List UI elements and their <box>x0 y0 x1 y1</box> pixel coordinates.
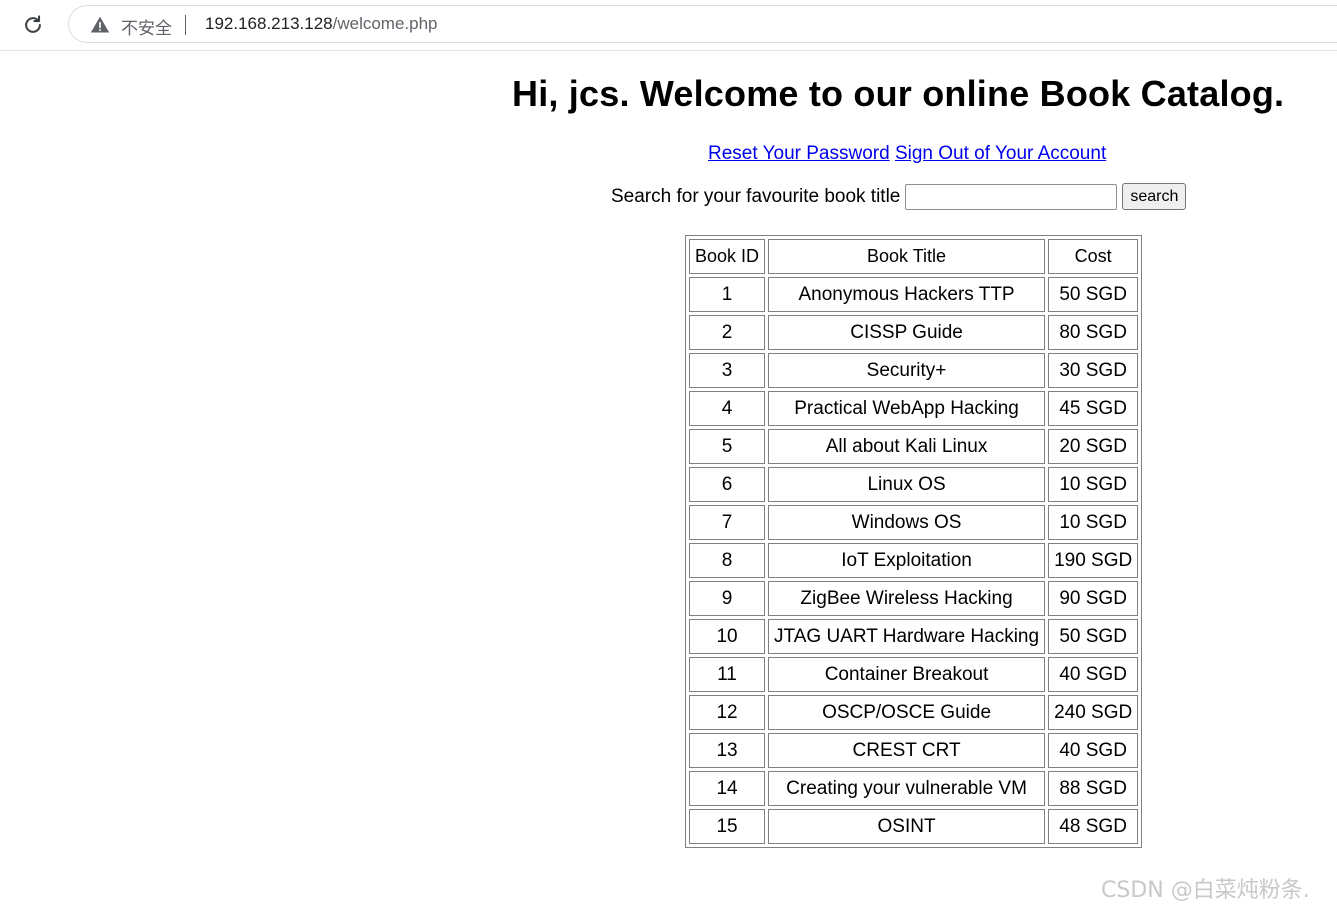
book-id-cell: 4 <box>689 391 766 426</box>
reset-password-link[interactable]: Reset Your Password <box>708 143 890 164</box>
book-cost-cell: 40 SGD <box>1048 657 1139 692</box>
book-title-cell: IoT Exploitation <box>768 543 1046 578</box>
book-title-cell: OSCP/OSCE Guide <box>768 695 1046 730</box>
security-status-label[interactable]: 不安全 <box>121 14 172 39</box>
book-cost-cell: 45 SGD <box>1048 391 1139 426</box>
table-row: 3 Security+ 30 SGD <box>689 353 1139 388</box>
address-bar[interactable]: 不安全 192.168.213.128/welcome.php <box>68 5 1337 43</box>
book-id-cell: 6 <box>689 467 766 502</box>
table-row: 13 CREST CRT 40 SGD <box>689 733 1139 768</box>
book-cost-cell: 240 SGD <box>1048 695 1139 730</box>
table-row: 9 ZigBee Wireless Hacking 90 SGD <box>689 581 1139 616</box>
book-cost-cell: 10 SGD <box>1048 505 1139 540</box>
table-row: 14 Creating your vulnerable VM 88 SGD <box>689 771 1139 806</box>
book-id-cell: 13 <box>689 733 766 768</box>
book-title-cell: Linux OS <box>768 467 1046 502</box>
book-catalog-table: Book ID Book Title Cost 1 Anonymous Hacke… <box>685 235 1143 848</box>
book-cost-cell: 40 SGD <box>1048 733 1139 768</box>
table-row: 12 OSCP/OSCE Guide 240 SGD <box>689 695 1139 730</box>
book-title-cell: OSINT <box>768 809 1046 844</box>
book-cost-cell: 90 SGD <box>1048 581 1139 616</box>
book-title-cell: Anonymous Hackers TTP <box>768 277 1046 312</box>
table-row: 15 OSINT 48 SGD <box>689 809 1139 844</box>
url-host: 192.168.213.128 <box>205 14 333 33</box>
book-id-cell: 12 <box>689 695 766 730</box>
reload-button[interactable] <box>18 10 48 40</box>
table-row: 2 CISSP Guide 80 SGD <box>689 315 1139 350</box>
table-row: 1 Anonymous Hackers TTP 50 SGD <box>689 277 1139 312</box>
table-row: 4 Practical WebApp Hacking 45 SGD <box>689 391 1139 426</box>
book-cost-cell: 50 SGD <box>1048 277 1139 312</box>
column-header-cost: Cost <box>1048 239 1139 274</box>
book-id-cell: 11 <box>689 657 766 692</box>
account-links: Reset Your Password Sign Out of Your Acc… <box>708 143 1106 165</box>
book-cost-cell: 20 SGD <box>1048 429 1139 464</box>
sign-out-link[interactable]: Sign Out of Your Account <box>895 143 1106 164</box>
book-cost-cell: 48 SGD <box>1048 809 1139 844</box>
book-cost-cell: 190 SGD <box>1048 543 1139 578</box>
table-row: 5 All about Kali Linux 20 SGD <box>689 429 1139 464</box>
search-input[interactable] <box>905 183 1118 210</box>
table-row: 10 JTAG UART Hardware Hacking 50 SGD <box>689 619 1139 654</box>
book-title-cell: Creating your vulnerable VM <box>768 771 1046 806</box>
table-header-row: Book ID Book Title Cost <box>689 239 1139 274</box>
book-title-cell: JTAG UART Hardware Hacking <box>768 619 1046 654</box>
book-title-cell: Security+ <box>768 353 1046 388</box>
book-id-cell: 5 <box>689 429 766 464</box>
browser-toolbar: 不安全 192.168.213.128/welcome.php <box>0 0 1337 51</box>
search-label: Search for your favourite book title <box>611 185 901 207</box>
book-cost-cell: 88 SGD <box>1048 771 1139 806</box>
book-title-cell: Container Breakout <box>768 657 1046 692</box>
book-id-cell: 7 <box>689 505 766 540</box>
book-id-cell: 2 <box>689 315 766 350</box>
book-cost-cell: 80 SGD <box>1048 315 1139 350</box>
book-id-cell: 3 <box>689 353 766 388</box>
book-title-cell: All about Kali Linux <box>768 429 1046 464</box>
book-cost-cell: 50 SGD <box>1048 619 1139 654</box>
column-header-book-title: Book Title <box>768 239 1046 274</box>
table-row: 11 Container Breakout 40 SGD <box>689 657 1139 692</box>
book-id-cell: 9 <box>689 581 766 616</box>
omnibox-divider <box>185 15 186 35</box>
csdn-watermark: CSDN @白菜炖粉条. <box>1101 878 1310 903</box>
page-title: Hi, jcs. Welcome to our online Book Cata… <box>512 73 1285 114</box>
book-title-cell: Windows OS <box>768 505 1046 540</box>
book-title-cell: CISSP Guide <box>768 315 1046 350</box>
table-row: 7 Windows OS 10 SGD <box>689 505 1139 540</box>
book-id-cell: 1 <box>689 277 766 312</box>
book-id-cell: 10 <box>689 619 766 654</box>
search-form: Search for your favourite book title sea… <box>611 183 1187 210</box>
book-cost-cell: 10 SGD <box>1048 467 1139 502</box>
book-id-cell: 14 <box>689 771 766 806</box>
column-header-book-id: Book ID <box>689 239 766 274</box>
table-row: 6 Linux OS 10 SGD <box>689 467 1139 502</box>
book-id-cell: 15 <box>689 809 766 844</box>
table-body: 1 Anonymous Hackers TTP 50 SGD 2 CISSP Guid… <box>689 277 1139 844</box>
table-row: 8 IoT Exploitation 190 SGD <box>689 543 1139 578</box>
book-title-cell: CREST CRT <box>768 733 1046 768</box>
book-cost-cell: 30 SGD <box>1048 353 1139 388</box>
search-button[interactable]: search <box>1122 183 1187 210</box>
book-id-cell: 8 <box>689 543 766 578</box>
warning-triangle-icon[interactable] <box>90 15 110 35</box>
url-text[interactable]: 192.168.213.128/welcome.php <box>205 14 438 34</box>
reload-icon <box>25 15 41 33</box>
book-title-cell: Practical WebApp Hacking <box>768 391 1046 426</box>
book-title-cell: ZigBee Wireless Hacking <box>768 581 1046 616</box>
url-path: /welcome.php <box>332 14 438 33</box>
